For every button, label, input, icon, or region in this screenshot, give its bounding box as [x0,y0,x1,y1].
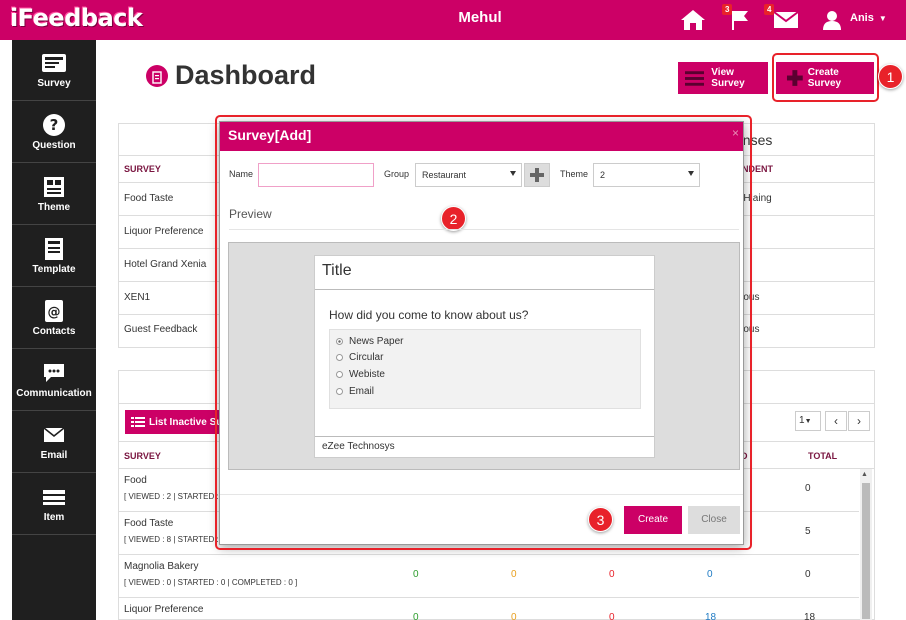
sidebar-item-item[interactable]: Item [12,474,96,535]
dropped-value: 0 [609,569,615,580]
home-icon [681,10,705,30]
flag-button[interactable]: 3 [722,4,752,34]
communication-icon [44,364,64,382]
sidebar-item-question[interactable]: ? Question [12,102,96,163]
survey-counts: [ VIEWED : 8 | STARTED : 6 [124,535,226,544]
survey-name[interactable]: Food Taste [124,518,173,529]
caret-down-icon: ▼ [804,418,812,425]
item-icon [43,490,65,505]
scroll-up-icon: ▲ [861,471,868,478]
started-value: 0 [511,612,517,620]
page-size-select[interactable]: 1▼ [795,411,821,431]
page-title-text: Dashboard [175,60,317,90]
dropped-value: 0 [609,612,615,620]
user-name: Anis [850,12,874,24]
survey-name[interactable]: Food [124,475,147,486]
mail-icon [773,11,799,28]
survey-name[interactable]: Liquor Preference [124,604,204,615]
survey-counts: [ VIEWED : 0 | STARTED : 0 | COMPLETED :… [124,578,298,587]
survey-link[interactable]: Liquor Preference [124,226,204,237]
list-inactive-label: List Inactive Su [149,416,223,428]
flag-icon [732,11,748,30]
top-bar: iFeedback Mehul 3 4 Anis ▼ [0,0,906,40]
svg-text:?: ? [50,116,59,134]
sidebar-item-label: Communication [16,388,92,399]
sidebar-item-label: Template [32,264,76,275]
total-value: 18 [804,612,816,620]
list-inactive-button[interactable]: List Inactive Su [125,410,225,434]
total-value: 0 [805,569,811,580]
started-value: 0 [511,569,517,580]
sidebar-item-contacts[interactable]: @ Contacts [12,288,96,349]
sidebar-item-template[interactable]: Template [12,226,96,287]
sidebar-item-communication[interactable]: Communication [12,350,96,411]
callout-1: 1 [878,64,903,89]
col-survey: SURVEY [124,451,161,461]
survey-link[interactable]: Guest Feedback [124,324,197,335]
viewed-value: 0 [413,612,419,620]
home-button[interactable] [679,6,707,34]
completed-value: 18 [705,612,717,620]
survey-link[interactable]: Food Taste [124,193,173,204]
sidebar-item-label: Theme [37,202,71,213]
mail-button[interactable]: 4 [764,4,800,34]
sidebar-item-label: Question [32,140,76,151]
highlight-dialog [215,115,752,550]
chevron-left-icon: ‹ [834,414,838,428]
view-survey-label: View Survey [711,67,745,89]
survey-name[interactable]: Magnolia Bakery [124,561,198,572]
completed-value: 0 [707,569,713,580]
user-avatar[interactable] [820,6,844,34]
survey-link[interactable]: Hotel Grand Xenia [124,259,206,270]
email-icon [43,427,65,442]
sidebar-item-label: Contacts [32,326,76,337]
chevron-down-icon: ▼ [878,14,887,23]
mail-count-badge: 4 [764,4,775,15]
svg-text:@: @ [48,305,61,320]
contacts-icon: @ [45,300,63,322]
survey-counts: [ VIEWED : 2 | STARTED : 0 [124,492,226,501]
prev-page-button[interactable]: ‹ [825,411,847,431]
flag-count-badge: 3 [722,4,733,15]
survey-icon [42,54,66,72]
question-icon: ? [43,114,65,136]
col-total: TOTAL [808,451,838,461]
user-icon [823,11,841,30]
user-menu[interactable]: Anis ▼ [850,12,887,24]
view-survey-button[interactable]: View Survey [678,62,768,94]
table-scrollbar[interactable]: ▲ [860,469,872,620]
sidebar-item-label: Item [43,512,65,523]
col-survey: SURVEY [124,164,161,174]
sidebar-item-theme[interactable]: Theme [12,164,96,225]
sidebar-item-email[interactable]: Email [12,412,96,473]
theme-icon [44,177,64,197]
sidebar: Survey ? Question Theme Template @ Conta… [12,40,96,620]
highlight-create-survey [772,53,879,102]
chevron-right-icon: › [857,414,861,428]
company-name: Mehul [458,9,502,26]
list-icon [131,417,145,427]
app-logo[interactable]: iFeedback [10,4,143,32]
next-page-button[interactable]: › [848,411,870,431]
sidebar-item-survey[interactable]: Survey [12,40,96,101]
template-icon [45,238,63,260]
sidebar-item-label: Survey [37,78,71,89]
scrollbar-thumb[interactable] [862,483,870,619]
list-icon [685,71,705,86]
sidebar-item-label: Email [40,450,68,461]
viewed-value: 0 [413,569,419,580]
page-title: Dashboard [146,60,316,91]
total-value: 5 [805,526,811,537]
total-value: 0 [805,483,811,494]
dashboard-icon [146,64,168,87]
survey-link[interactable]: XEN1 [124,292,150,303]
